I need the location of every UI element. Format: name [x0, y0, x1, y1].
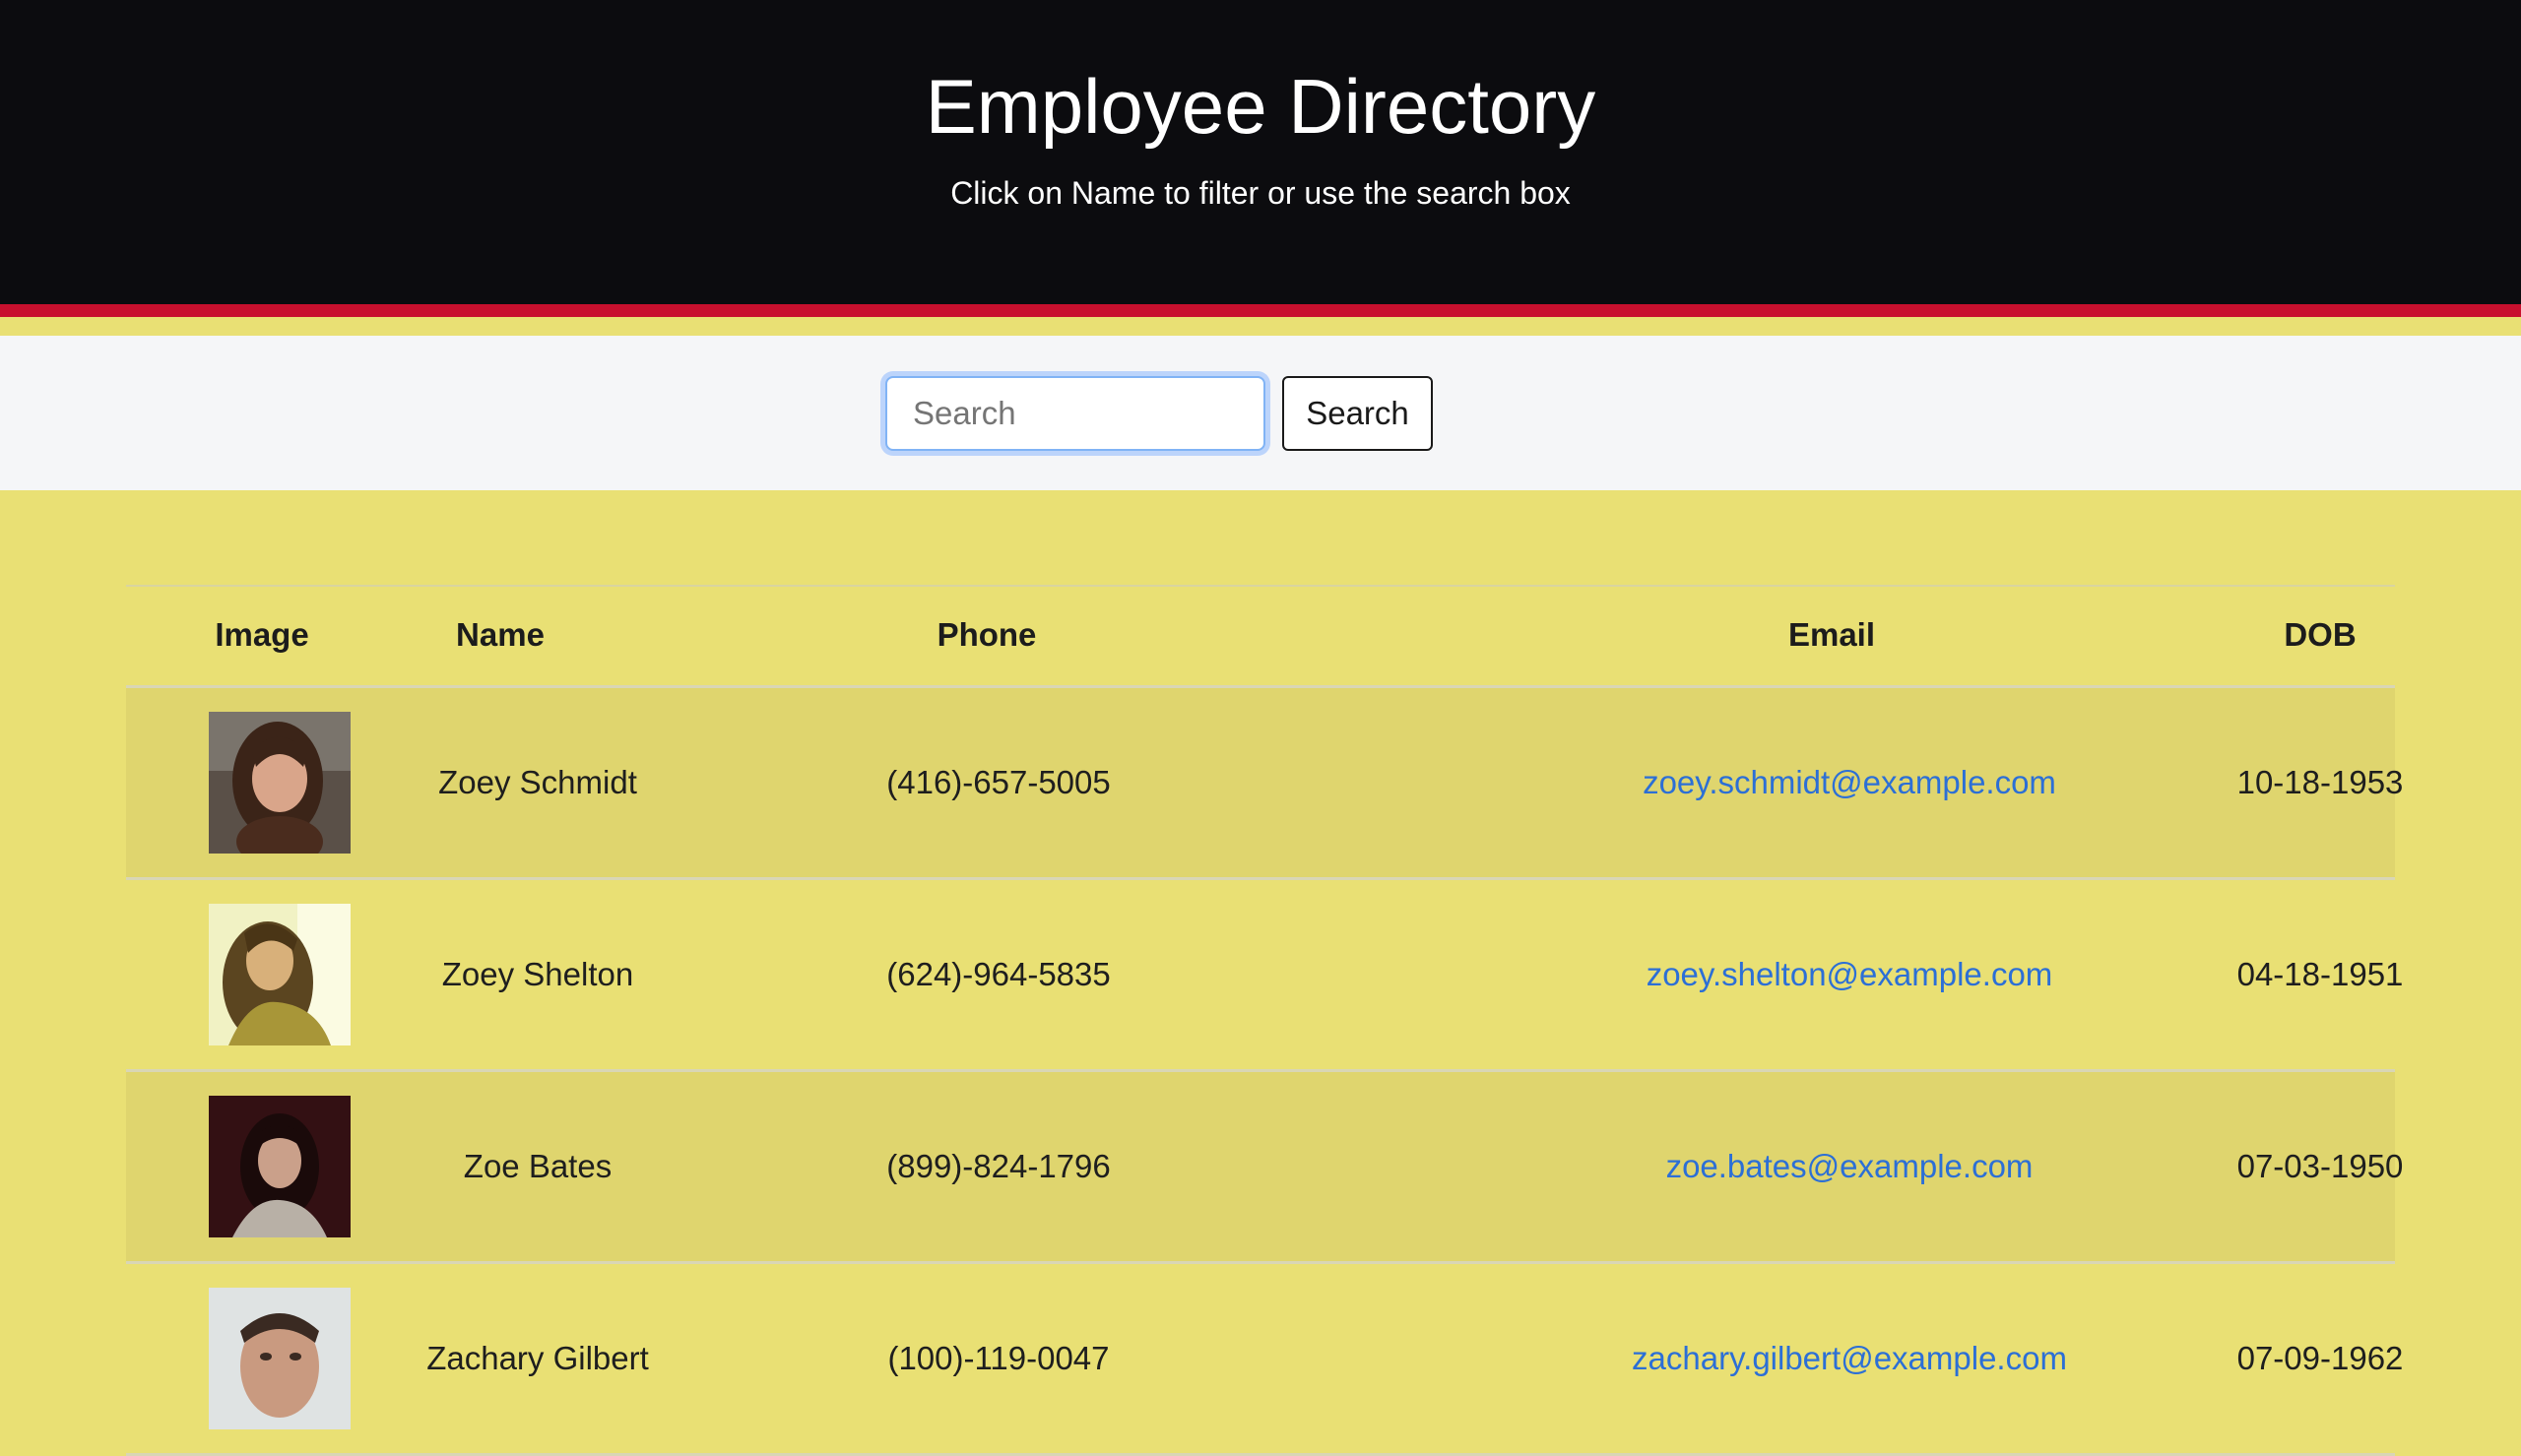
man-portrait-icon: [209, 1288, 351, 1429]
employee-name: Zachary Gilbert: [426, 1340, 649, 1376]
header-divider-stripe: [0, 317, 2521, 336]
employee-dob: 07-09-1962: [2236, 1340, 2404, 1376]
email-link[interactable]: zoey.schmidt@example.com: [1643, 764, 2056, 800]
avatar: [209, 1096, 351, 1237]
table-row: Zoe Bates (899)-824-1796 zoe.bates@examp…: [126, 1072, 2403, 1264]
avatar: [209, 1288, 351, 1429]
employee-phone: (624)-964-5835: [886, 956, 1111, 992]
employee-phone: (100)-119-0047: [887, 1340, 1110, 1376]
search-input[interactable]: [885, 376, 1265, 451]
email-link[interactable]: zoe.bates@example.com: [1666, 1148, 2034, 1184]
employee-dob: 07-03-1950: [2236, 1148, 2404, 1184]
woman-portrait-icon: [209, 712, 351, 854]
employee-dob: 10-18-1953: [2236, 764, 2404, 800]
avatar: [209, 904, 351, 1045]
employee-phone: (416)-657-5005: [886, 764, 1111, 800]
table-row: Zachary Gilbert (100)-119-0047 zachary.g…: [126, 1264, 2403, 1456]
search-button[interactable]: Search: [1282, 376, 1433, 451]
table-header: Image Name Phone Email DOB: [126, 585, 2395, 688]
employee-dob: 04-18-1951: [2236, 956, 2404, 992]
column-header-image: Image: [215, 616, 309, 653]
page-title: Employee Directory: [925, 63, 1596, 150]
header-accent-stripe: [0, 304, 2521, 317]
employee-name: Zoe Bates: [463, 1148, 613, 1184]
column-header-phone: Phone: [937, 616, 1037, 653]
employee-name: Zoey Schmidt: [438, 764, 637, 800]
table-row: Zoey Shelton (624)-964-5835 zoey.shelton…: [126, 880, 2403, 1072]
table-row: Zoey Schmidt (416)-657-5005 zoey.schmidt…: [126, 688, 2403, 880]
woman-portrait-icon: [209, 904, 351, 1045]
employee-table: Image Name Phone Email DOB Zoey Schmidt …: [126, 585, 2403, 1456]
email-link[interactable]: zachary.gilbert@example.com: [1632, 1340, 2067, 1376]
woman-portrait-icon: [209, 1096, 351, 1237]
email-link[interactable]: zoey.shelton@example.com: [1647, 956, 2053, 992]
page-subtitle: Click on Name to filter or use the searc…: [950, 175, 1571, 211]
column-header-name[interactable]: Name: [382, 587, 618, 683]
employee-name: Zoey Shelton: [441, 956, 634, 992]
avatar: [209, 712, 351, 854]
employee-phone: (899)-824-1796: [886, 1148, 1111, 1184]
column-header-dob: DOB: [2284, 616, 2357, 653]
page-header: Employee Directory Click on Name to filt…: [0, 0, 2521, 304]
